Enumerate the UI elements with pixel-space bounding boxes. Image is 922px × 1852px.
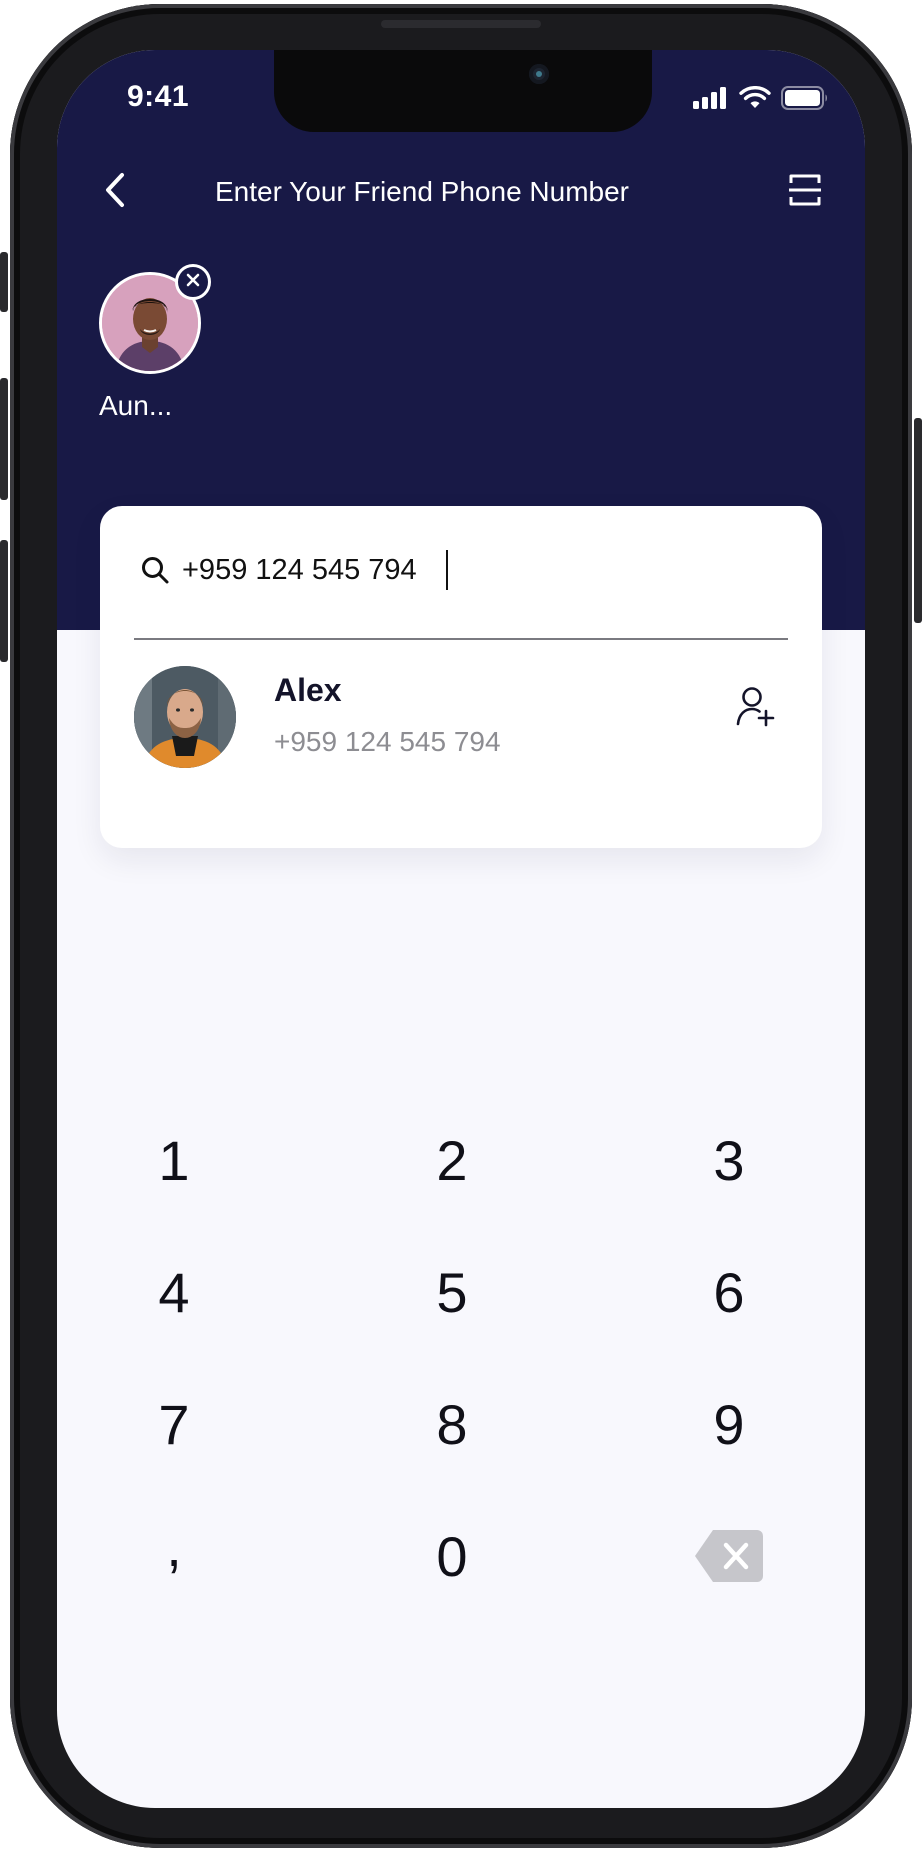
search-icon (132, 547, 178, 593)
key-4[interactable]: 4 (84, 1242, 264, 1342)
volume-up-button (0, 378, 8, 500)
phone-number-input[interactable] (178, 550, 678, 590)
backspace-button[interactable] (639, 1506, 819, 1606)
status-time: 9:41 (127, 80, 190, 113)
phone-screen: 9:41 Enter Your Friend Phone Number Aun.… (57, 50, 865, 1808)
chevron-left-icon (104, 172, 126, 213)
notch (274, 50, 652, 132)
mute-switch (0, 252, 8, 312)
contact-phone: +959 124 545 794 (274, 726, 501, 757)
selected-contact-label: Aun... (99, 390, 173, 421)
page-title: Enter Your Friend Phone Number (214, 176, 630, 207)
scan-icon (789, 173, 821, 212)
key-3[interactable]: 3 (639, 1110, 819, 1210)
key-comma[interactable]: , (84, 1506, 264, 1606)
search-bar (132, 538, 792, 602)
wifi-icon (739, 86, 771, 115)
key-2[interactable]: 2 (362, 1110, 542, 1210)
status-icons (693, 86, 829, 115)
scan-button[interactable] (787, 174, 823, 210)
key-1[interactable]: 1 (84, 1110, 264, 1210)
battery-icon (781, 86, 829, 115)
close-icon (185, 272, 201, 293)
speaker-grill (381, 20, 541, 28)
backspace-icon (695, 1530, 763, 1582)
back-button[interactable] (97, 172, 133, 212)
cellular-signal-icon (693, 87, 729, 114)
key-0[interactable]: 0 (362, 1506, 542, 1606)
front-camera (529, 64, 549, 84)
remove-contact-button[interactable] (175, 264, 211, 300)
contact-name: Alex (274, 672, 342, 708)
text-caret (446, 550, 448, 590)
key-7[interactable]: 7 (84, 1374, 264, 1474)
list-item[interactable]: Alex +959 124 545 794 (134, 666, 788, 772)
add-user-icon (736, 685, 776, 732)
search-card: Alex +959 124 545 794 (100, 506, 822, 848)
key-9[interactable]: 9 (639, 1374, 819, 1474)
add-friend-button[interactable] (728, 680, 784, 736)
key-5[interactable]: 5 (362, 1242, 542, 1342)
selected-contact-chip[interactable]: Aun... (99, 264, 211, 442)
search-divider (134, 638, 788, 640)
volume-down-button (0, 540, 8, 662)
key-6[interactable]: 6 (639, 1242, 819, 1342)
avatar (134, 666, 236, 768)
key-8[interactable]: 8 (362, 1374, 542, 1474)
power-button (914, 418, 922, 623)
